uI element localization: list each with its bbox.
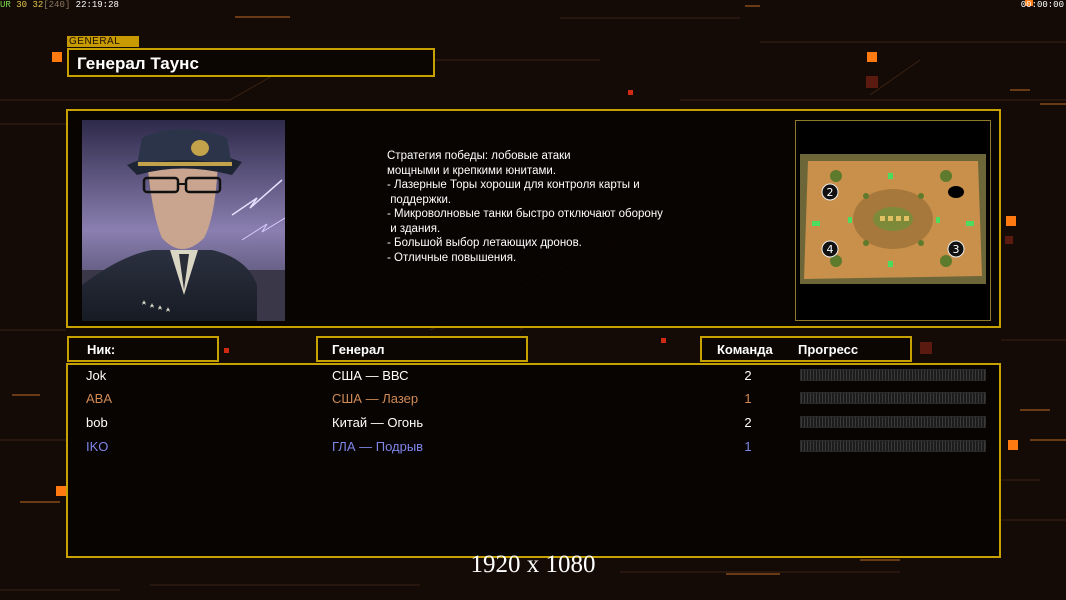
fps-value-a: 30 bbox=[16, 0, 28, 10]
player-progress-bar bbox=[800, 416, 986, 428]
column-header-team: Команда bbox=[717, 342, 773, 357]
description-line: и здания. bbox=[387, 222, 441, 235]
player-nick: Jok bbox=[86, 368, 107, 383]
clock: 22:19:28 bbox=[75, 0, 119, 10]
general-name-box: Генерал Таунс bbox=[67, 48, 435, 77]
player-row: Jok США — ВВС 2 bbox=[68, 366, 999, 388]
player-general: Китай — Огонь bbox=[332, 415, 424, 430]
player-progress-bar bbox=[800, 369, 986, 381]
general-name: Генерал Таунс bbox=[77, 54, 199, 73]
game-timer: 00:00:00 bbox=[1020, 0, 1064, 10]
description-line: Стратегия победы: лобовые атаки bbox=[387, 150, 571, 162]
column-header-nick: Ник: bbox=[87, 342, 116, 357]
start-position-2: 2 bbox=[827, 186, 834, 199]
player-team: 2 bbox=[744, 368, 752, 383]
frame-bracket: [240] bbox=[43, 0, 71, 10]
player-team: 1 bbox=[744, 439, 752, 454]
player-general: США — ВВС bbox=[332, 368, 409, 383]
column-header-general: Генерал bbox=[332, 342, 385, 357]
player-row: ABA США — Лазер 1 bbox=[68, 389, 999, 411]
description-line: мощными и крепкими юнитами. bbox=[387, 164, 557, 177]
general-description: Стратегия победы: лобовые атаки мощными … bbox=[387, 149, 727, 265]
player-row: IKO ГЛА — Подрыв 1 bbox=[68, 437, 999, 459]
player-general: США — Лазер bbox=[332, 391, 419, 406]
description-line: поддержки. bbox=[387, 193, 452, 206]
players-table: Jok США — ВВС 2 ABA США — Лазер 1 bob Ки… bbox=[66, 363, 1001, 558]
player-team: 1 bbox=[744, 391, 752, 406]
general-portrait bbox=[82, 120, 285, 321]
player-team: 2 bbox=[744, 415, 752, 430]
player-general: ГЛА — Подрыв bbox=[332, 439, 424, 454]
column-header-progress: Прогресс bbox=[798, 342, 859, 357]
start-position-4: 4 bbox=[827, 243, 834, 256]
column-header-general-box: Генерал bbox=[316, 336, 528, 362]
player-nick: IKO bbox=[86, 439, 109, 454]
player-row: bob Китай — Огонь 2 bbox=[68, 413, 999, 435]
player-nick: ABA bbox=[86, 391, 113, 406]
column-header-team-progress-box: Команда Прогресс bbox=[700, 336, 912, 362]
general-info-panel: Стратегия победы: лобовые атаки мощными … bbox=[66, 109, 1001, 328]
description-line: - Большой выбор летающих дронов. bbox=[387, 237, 582, 249]
fps-value-b: 32 bbox=[32, 0, 44, 10]
description-line: - Лазерные Торы хороши для контроля карт… bbox=[387, 179, 640, 191]
debug-overlay: UR 30 32[240] 22:19:28 bbox=[0, 0, 119, 10]
player-progress-bar bbox=[800, 392, 986, 404]
description-line: - Отличные повышения. bbox=[387, 251, 517, 264]
start-position-3: 3 bbox=[953, 243, 960, 256]
description-line: - Микроволновые танки быстро отключают о… bbox=[387, 208, 663, 220]
debug-label: UR bbox=[0, 0, 11, 10]
player-progress-bar bbox=[800, 440, 986, 452]
map-preview: 2 4 3 bbox=[795, 120, 991, 321]
general-tag: GENERAL bbox=[67, 36, 139, 47]
resolution-label: 1920 x 1080 bbox=[470, 551, 596, 578]
player-nick: bob bbox=[86, 415, 108, 430]
column-header-nick-box: Ник: bbox=[67, 336, 219, 362]
